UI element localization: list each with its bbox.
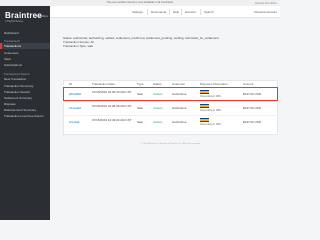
- sidebar-item-fee-report[interactable]: Transaction Level Fee Report: [0, 113, 50, 119]
- divider: [181, 9, 182, 15]
- table-row[interactable]: h1ssekt0 07/15/2019 01:08:28 AM CST Sale…: [63, 101, 278, 115]
- footer-copyright: © 2019 Braintree, a division of PayPal, …: [140, 143, 201, 145]
- sidebar-item-subscriptions[interactable]: Subscriptions: [0, 62, 50, 68]
- transaction-customer: Gohinshoe: [172, 120, 187, 124]
- sidebar: Braintree A PayPal Service Sandbox Dashb…: [0, 6, 50, 220]
- payment-info: Visa ending in 1881: [200, 123, 221, 126]
- transaction-id-link[interactable]: h1ssekt0: [69, 106, 81, 110]
- column-header-type[interactable]: Type: [137, 82, 144, 86]
- settings-button[interactable]: Settings: [132, 9, 143, 15]
- sidebar-item-new-transaction[interactable]: New Transaction: [0, 76, 50, 82]
- divider: [200, 9, 201, 15]
- visa-card-icon: [200, 104, 209, 108]
- transaction-amount: $247.00 USD: [243, 106, 262, 110]
- column-header-customer[interactable]: Customer: [172, 82, 185, 86]
- column-header-id[interactable]: ID: [69, 82, 72, 86]
- visa-card-icon: [200, 118, 209, 122]
- transaction-date: 07/15/2019 12:49:24 AM CST: [92, 118, 132, 122]
- announcement-text: The new sandbox theme is now available t…: [106, 1, 174, 4]
- column-header-date[interactable]: Transaction Date: [92, 82, 115, 86]
- help-button[interactable]: Help: [173, 9, 179, 15]
- search-button[interactable]: Search: [204, 9, 214, 15]
- account-button[interactable]: Account: [185, 9, 196, 15]
- divider: [169, 9, 170, 15]
- column-header-status[interactable]: Status: [153, 82, 162, 86]
- main-content: Status: authorized, authorizing, settled…: [50, 18, 280, 220]
- brand-subtitle: A PayPal Service: [5, 20, 24, 23]
- table-row[interactable]: brewfajt 07/15/2019 12:49:24 AM CST Sale…: [63, 115, 278, 129]
- transaction-status: Settled: [153, 120, 163, 124]
- transaction-type: Sale: [137, 120, 144, 124]
- transaction-id-link[interactable]: brewfajt: [69, 120, 80, 124]
- sidebar-item-transactions[interactable]: Transactions: [0, 43, 50, 49]
- divider: [147, 9, 148, 15]
- transaction-status: Settled: [153, 106, 163, 110]
- transaction-type: Sale: [137, 106, 144, 110]
- column-header-amount[interactable]: Amount: [243, 82, 253, 86]
- selected-row-highlight: [63, 87, 278, 101]
- documents-button[interactable]: Documents: [151, 9, 166, 15]
- user-menu[interactable]: Sharetinfo Reward: [254, 9, 277, 15]
- sidebar-item-dashboard[interactable]: Dashboard: [0, 30, 50, 36]
- transaction-amount: $247.00 USD: [243, 120, 262, 124]
- transaction-date: 07/15/2019 01:08:28 AM CST: [92, 104, 132, 108]
- environment-label: Sandbox: [36, 14, 48, 18]
- top-bar: Settings Documents Help Account Search S…: [50, 6, 280, 18]
- filter-type: Transaction Type: sale: [63, 44, 94, 48]
- transaction-customer: Gohinshoe: [172, 106, 187, 110]
- payment-info: Visa ending in 1881: [200, 109, 221, 112]
- column-header-payment[interactable]: Payment Information: [200, 82, 228, 86]
